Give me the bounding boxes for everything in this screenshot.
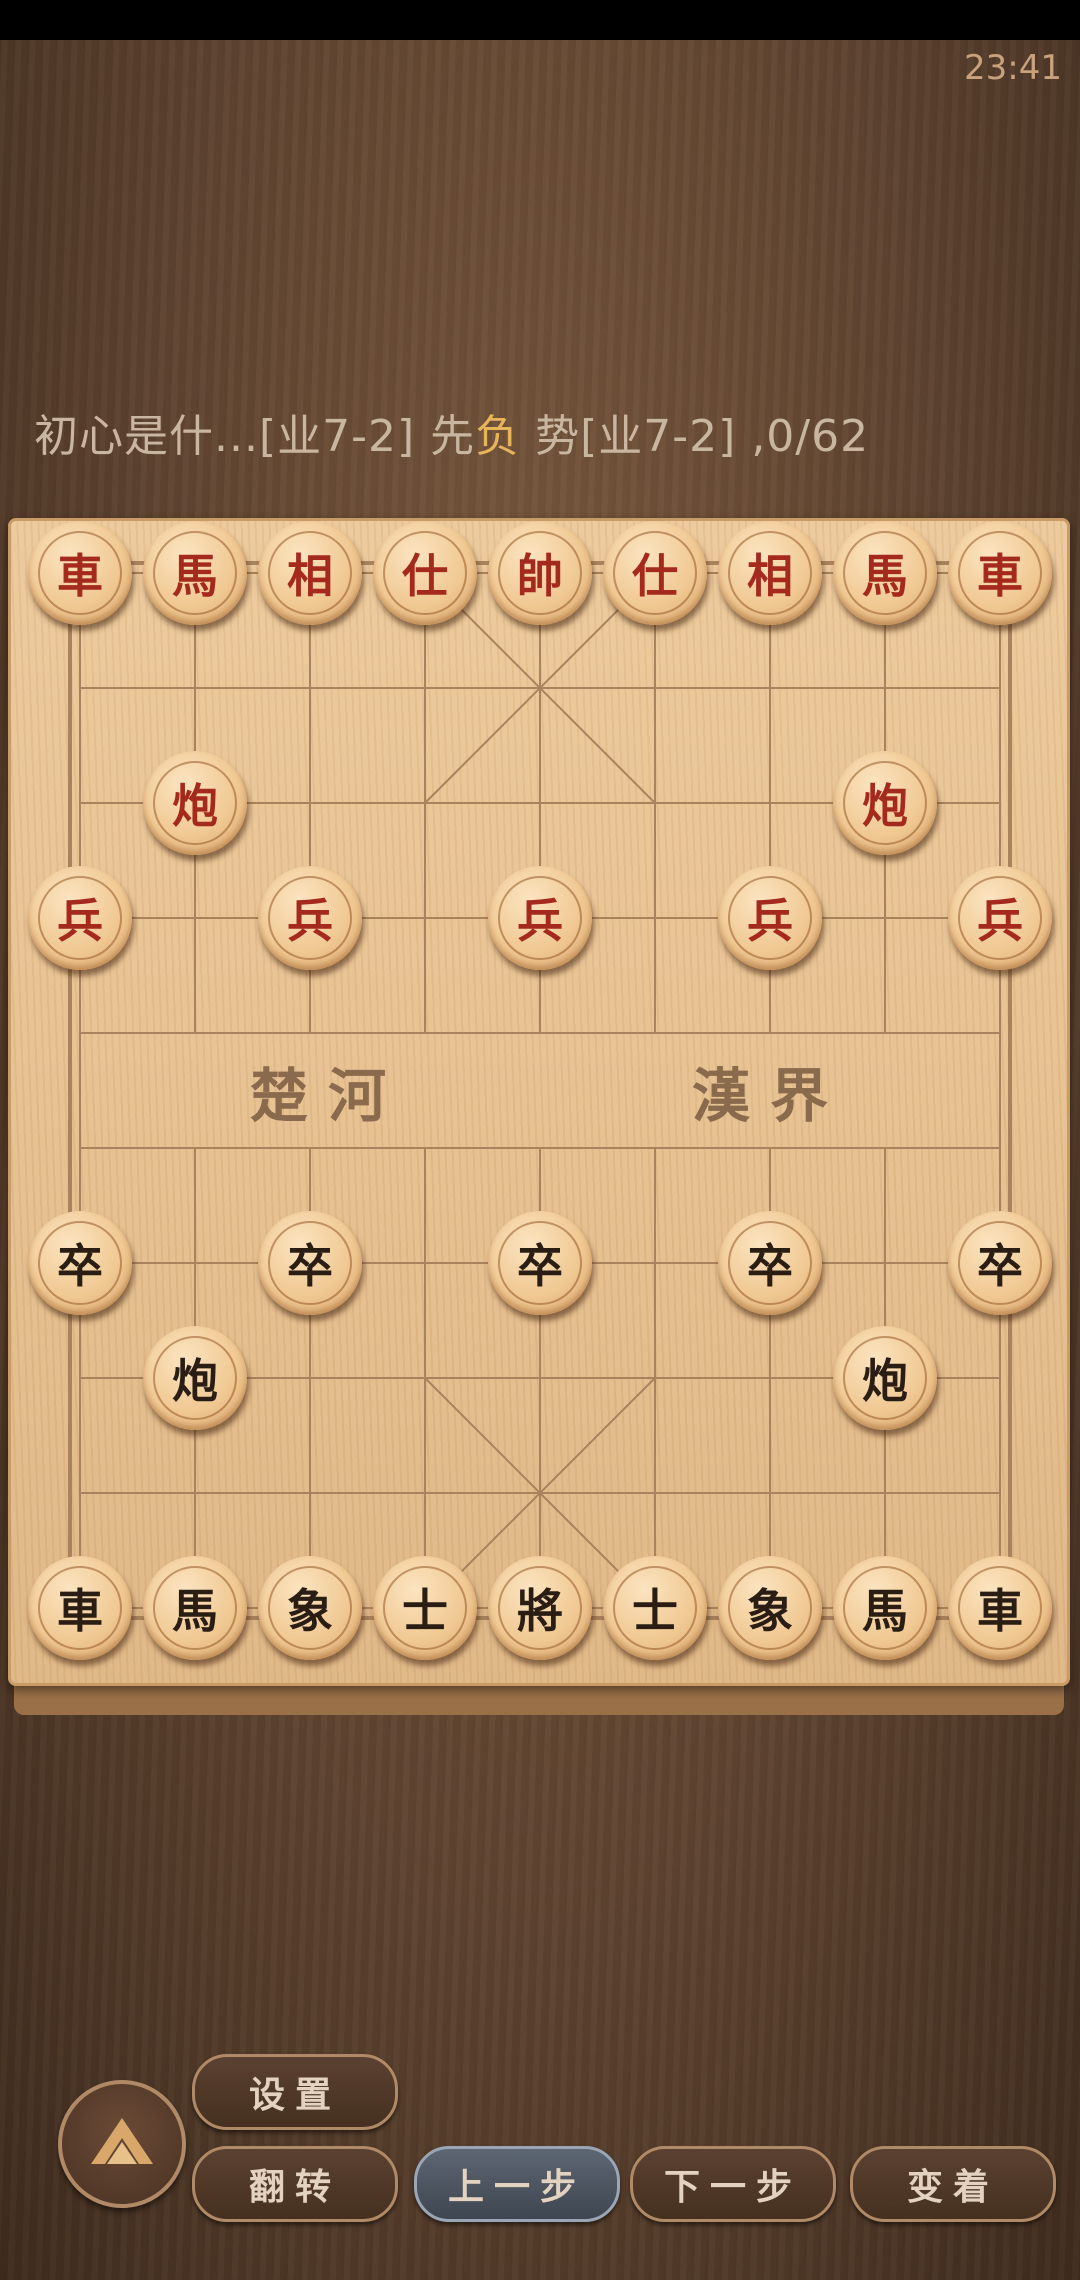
- piece-label: 卒: [38, 1221, 122, 1305]
- piece-label: 馬: [843, 1566, 927, 1650]
- piece-label: 相: [268, 531, 352, 615]
- piece-label: 仕: [383, 531, 467, 615]
- variation-button[interactable]: 变着: [850, 2146, 1056, 2222]
- red-piece[interactable]: 兵: [258, 866, 362, 970]
- black-piece[interactable]: 卒: [258, 1211, 362, 1315]
- black-piece[interactable]: 車: [28, 1556, 132, 1660]
- black-piece[interactable]: 炮: [833, 1326, 937, 1430]
- piece-label: 炮: [153, 1336, 237, 1420]
- river-label-han: 漢 界: [692, 1062, 828, 1130]
- piece-label: 車: [38, 531, 122, 615]
- red-piece[interactable]: 炮: [833, 751, 937, 855]
- piece-label: 士: [613, 1566, 697, 1650]
- red-piece[interactable]: 相: [258, 521, 362, 625]
- piece-label: 兵: [728, 876, 812, 960]
- red-piece[interactable]: 相: [718, 521, 822, 625]
- red-piece[interactable]: 馬: [143, 521, 247, 625]
- piece-label: 士: [383, 1566, 467, 1650]
- piece-label: 相: [728, 531, 812, 615]
- game-info-prefix: 初心是什...[业7-2] 先: [34, 411, 476, 462]
- piece-label: 馬: [153, 531, 237, 615]
- piece-label: 將: [498, 1566, 582, 1650]
- piece-label: 象: [728, 1566, 812, 1650]
- piece-label: 卒: [728, 1221, 812, 1305]
- settings-button[interactable]: 设置: [192, 2054, 398, 2130]
- piece-label: 炮: [843, 1336, 927, 1420]
- xiangqi-board[interactable]: 楚 河 漢 界 車馬相仕帥仕相馬車炮炮兵兵兵兵兵卒卒卒卒卒炮炮車馬象士將士象馬車: [8, 518, 1070, 1686]
- piece-label: 炮: [843, 761, 927, 845]
- black-piece[interactable]: 卒: [948, 1211, 1052, 1315]
- red-piece[interactable]: 車: [948, 521, 1052, 625]
- piece-label: 兵: [498, 876, 582, 960]
- red-piece[interactable]: 馬: [833, 521, 937, 625]
- board-grid: 楚 河 漢 界: [68, 561, 1012, 1620]
- piece-label: 兵: [38, 876, 122, 960]
- black-piece[interactable]: 卒: [28, 1211, 132, 1315]
- game-result: 负: [475, 411, 521, 462]
- piece-label: 兵: [958, 876, 1042, 960]
- home-arrow-icon: [91, 2118, 153, 2164]
- black-piece[interactable]: 士: [373, 1556, 477, 1660]
- black-piece[interactable]: 象: [718, 1556, 822, 1660]
- black-piece[interactable]: 象: [258, 1556, 362, 1660]
- piece-label: 車: [958, 1566, 1042, 1650]
- red-piece[interactable]: 仕: [603, 521, 707, 625]
- black-piece[interactable]: 馬: [833, 1556, 937, 1660]
- red-piece[interactable]: 兵: [718, 866, 822, 970]
- piece-label: 卒: [268, 1221, 352, 1305]
- piece-label: 卒: [958, 1221, 1042, 1305]
- black-piece[interactable]: 炮: [143, 1326, 247, 1430]
- piece-label: 兵: [268, 876, 352, 960]
- red-piece[interactable]: 車: [28, 521, 132, 625]
- game-info: 初心是什...[业7-2] 先负 势[业7-2] ,0/62: [34, 400, 869, 464]
- black-piece[interactable]: 馬: [143, 1556, 247, 1660]
- black-piece[interactable]: 將: [488, 1556, 592, 1660]
- previous-move-button[interactable]: 上一步: [414, 2146, 620, 2222]
- status-bar: [0, 0, 1080, 40]
- clock: 23:41: [964, 48, 1062, 88]
- piece-label: 仕: [613, 531, 697, 615]
- red-piece[interactable]: 兵: [948, 866, 1052, 970]
- piece-label: 象: [268, 1566, 352, 1650]
- black-piece[interactable]: 士: [603, 1556, 707, 1660]
- black-piece[interactable]: 車: [948, 1556, 1052, 1660]
- black-piece[interactable]: 卒: [718, 1211, 822, 1315]
- river-label-chu: 楚 河: [250, 1062, 386, 1130]
- red-piece[interactable]: 帥: [488, 521, 592, 625]
- piece-label: 卒: [498, 1221, 582, 1305]
- home-button[interactable]: [58, 2080, 186, 2208]
- piece-label: 馬: [843, 531, 927, 615]
- black-piece[interactable]: 卒: [488, 1211, 592, 1315]
- game-info-suffix: 势[业7-2] ,0/62: [520, 411, 870, 462]
- red-piece[interactable]: 兵: [28, 866, 132, 970]
- piece-label: 炮: [153, 761, 237, 845]
- next-move-button[interactable]: 下一步: [630, 2146, 836, 2222]
- red-piece[interactable]: 仕: [373, 521, 477, 625]
- piece-label: 馬: [153, 1566, 237, 1650]
- flip-button[interactable]: 翻转: [192, 2146, 398, 2222]
- red-piece[interactable]: 兵: [488, 866, 592, 970]
- red-piece[interactable]: 炮: [143, 751, 247, 855]
- piece-label: 帥: [498, 531, 582, 615]
- piece-label: 車: [958, 531, 1042, 615]
- piece-label: 車: [38, 1566, 122, 1650]
